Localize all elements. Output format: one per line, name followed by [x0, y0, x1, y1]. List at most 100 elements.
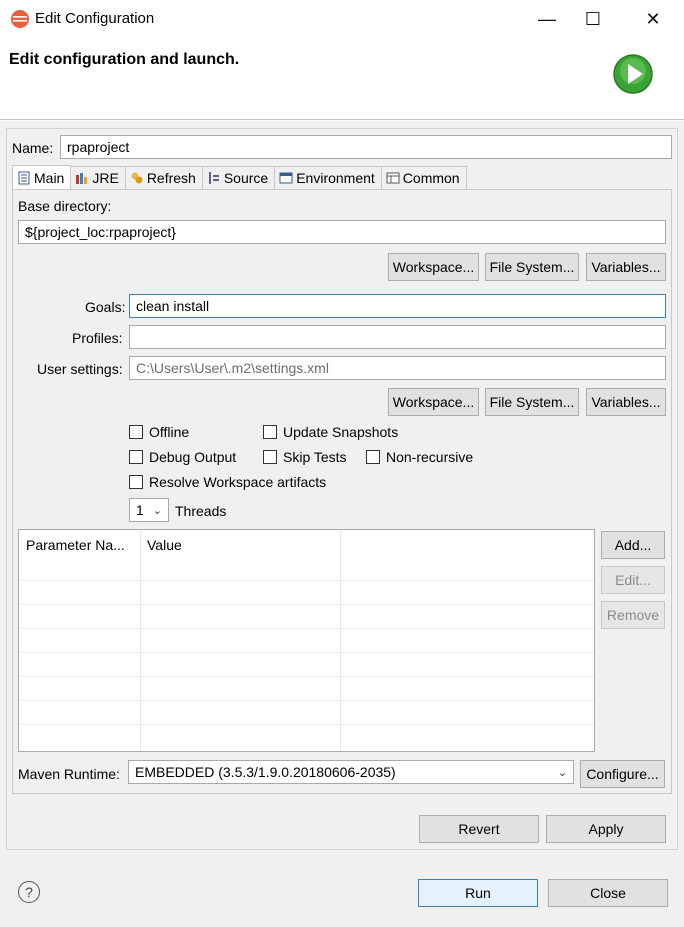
refresh-icon [131, 172, 143, 184]
debug-output-checkbox-box[interactable] [129, 450, 143, 464]
tab-jre-label: JRE [92, 170, 119, 186]
tab-strip: Main JRE Refresh Source Environment Comm… [12, 165, 467, 189]
edit-button-label: Edit... [615, 572, 651, 588]
settings-workspace-button[interactable]: Workspace... [388, 388, 479, 416]
update-snapshots-checkbox-box[interactable] [263, 425, 277, 439]
threads-select[interactable]: 1 ⌄ [129, 498, 169, 522]
maven-runtime-label: Maven Runtime: [18, 766, 120, 782]
revert-button-label: Revert [458, 821, 500, 837]
minimize-button[interactable]: — [524, 0, 570, 38]
update-snapshots-label: Update Snapshots [283, 424, 399, 440]
revert-button[interactable]: Revert [419, 815, 539, 843]
table-row-line [19, 676, 594, 677]
skip-tests-checkbox[interactable]: Skip Tests [263, 449, 347, 465]
name-label: Name: [12, 140, 54, 156]
skip-tests-checkbox-box[interactable] [263, 450, 277, 464]
run-large-icon [613, 54, 653, 94]
column-divider [340, 530, 341, 751]
resolve-workspace-checkbox[interactable]: Resolve Workspace artifacts [129, 474, 326, 490]
user-settings-input[interactable]: C:\Users\User\.m2\settings.xml [129, 356, 666, 380]
skip-tests-label: Skip Tests [283, 449, 347, 465]
goals-input[interactable]: clean install [129, 294, 666, 318]
column-header-value[interactable]: Value [140, 530, 340, 560]
remove-button-label: Remove [606, 607, 660, 623]
tab-main-label: Main [34, 169, 65, 186]
apply-button[interactable]: Apply [546, 815, 666, 843]
update-snapshots-checkbox[interactable]: Update Snapshots [263, 424, 398, 440]
maximize-button[interactable]: ☐ [570, 0, 616, 38]
main-tab-icon [18, 171, 30, 184]
close-dialog-button[interactable]: Close [548, 879, 668, 907]
debug-output-checkbox[interactable]: Debug Output [129, 449, 236, 465]
threads-value: 1 [136, 502, 144, 518]
maven-runtime-value: EMBEDDED (3.5.3/1.9.0.20180606-2035) [135, 764, 396, 780]
base-directory-label: Base directory: [18, 198, 112, 214]
header-title: Edit configuration and launch. [9, 51, 240, 68]
maximize-icon: ☐ [584, 8, 602, 29]
profiles-input[interactable] [129, 325, 666, 349]
file-system-button-label: File System... [489, 259, 575, 275]
file-system-button[interactable]: File System... [485, 253, 579, 281]
settings-file-system-button[interactable]: File System... [485, 388, 579, 416]
close-icon: ✕ [645, 8, 661, 29]
configure-button[interactable]: Configure... [580, 760, 665, 788]
settings-variables-button[interactable]: Variables... [586, 388, 666, 416]
parameters-table[interactable]: Parameter Na... Value [18, 529, 595, 752]
chevron-down-icon: ⌄ [152, 504, 162, 517]
tab-main[interactable]: Main [12, 165, 72, 189]
variables-button[interactable]: Variables... [586, 253, 666, 281]
tab-environment[interactable]: Environment [274, 166, 382, 189]
tab-common-label: Common [402, 170, 460, 186]
table-row-line [19, 628, 594, 629]
variables-button-label: Variables... [591, 259, 661, 275]
source-icon [208, 172, 219, 184]
table-row-line [19, 604, 594, 605]
run-button[interactable]: Run [418, 879, 538, 907]
apply-button-label: Apply [588, 821, 624, 837]
workspace-button[interactable]: Workspace... [388, 253, 479, 281]
settings-workspace-button-label: Workspace... [392, 394, 475, 410]
tab-common[interactable]: Common [380, 166, 467, 189]
jre-icon [76, 173, 88, 184]
window-title: Edit Configuration [35, 10, 155, 27]
name-input[interactable]: rpaproject [60, 135, 672, 159]
table-row-line [19, 700, 594, 701]
non-recursive-checkbox[interactable]: Non-recursive [366, 449, 473, 465]
tab-refresh-label: Refresh [146, 170, 196, 186]
non-recursive-label: Non-recursive [386, 449, 474, 465]
offline-checkbox[interactable]: Offline [129, 424, 189, 440]
close-button[interactable]: ✕ [630, 0, 676, 38]
tab-source-label: Source [223, 170, 269, 186]
settings-variables-button-label: Variables... [591, 394, 661, 410]
edit-button[interactable]: Edit... [601, 566, 665, 594]
close-dialog-button-label: Close [590, 885, 626, 901]
non-recursive-checkbox-box[interactable] [366, 450, 380, 464]
base-directory-input[interactable]: ${project_loc:rpaproject} [18, 220, 666, 244]
tab-source[interactable]: Source [201, 166, 276, 189]
workspace-button-label: Workspace... [392, 259, 475, 275]
add-button[interactable]: Add... [601, 531, 665, 559]
threads-label: Threads [175, 503, 227, 519]
goals-label: Goals: [85, 299, 126, 315]
table-row-line [19, 652, 594, 653]
environment-icon [279, 172, 293, 184]
eclipse-icon [11, 10, 29, 28]
run-button-label: Run [465, 885, 491, 901]
resolve-workspace-label: Resolve Workspace artifacts [149, 474, 327, 490]
offline-checkbox-box[interactable] [129, 425, 143, 439]
tab-environment-label: Environment [296, 170, 375, 186]
tab-jre[interactable]: JRE [70, 166, 126, 189]
resolve-workspace-checkbox-box[interactable] [129, 475, 143, 489]
tab-refresh[interactable]: Refresh [124, 166, 203, 189]
column-header-parameter-name[interactable]: Parameter Na... [19, 530, 140, 560]
table-row-line [19, 724, 594, 725]
remove-button[interactable]: Remove [601, 601, 665, 629]
configure-button-label: Configure... [586, 766, 659, 782]
minimize-icon: — [538, 8, 556, 29]
add-button-label: Add... [614, 537, 652, 553]
table-row-line [19, 580, 594, 581]
chevron-down-icon: ⌄ [557, 766, 567, 779]
maven-runtime-select[interactable]: EMBEDDED (3.5.3/1.9.0.20180606-2035) ⌄ [128, 760, 574, 784]
help-icon[interactable]: ? [18, 881, 40, 903]
user-settings-label: User settings: [37, 361, 123, 377]
